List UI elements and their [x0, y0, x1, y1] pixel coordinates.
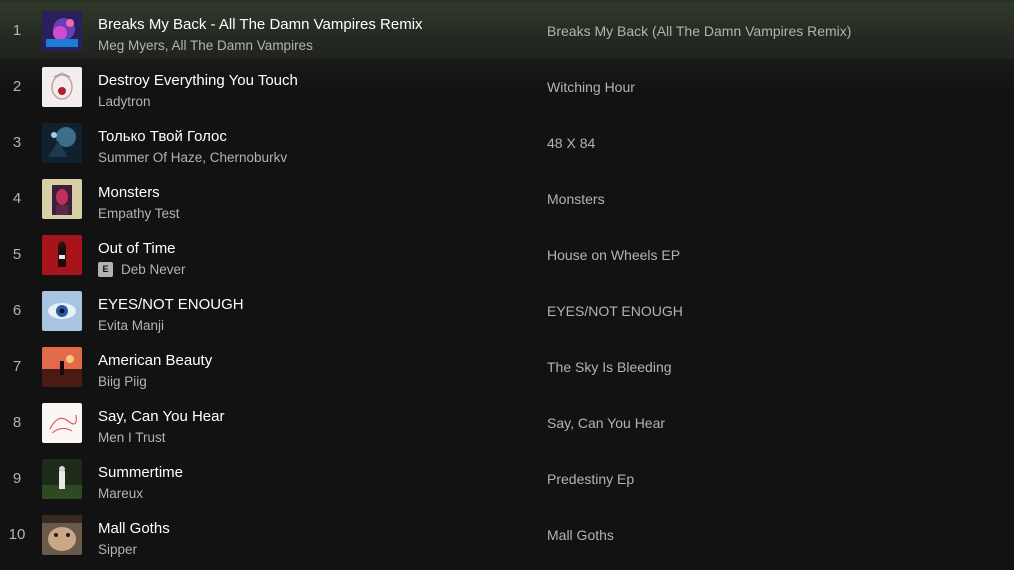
album-art[interactable]	[42, 347, 82, 387]
track-row[interactable]: 3 Только Твой Голос Summer Of Haze, Cher…	[0, 115, 1014, 171]
track-title[interactable]: Breaks My Back - All The Damn Vampires R…	[98, 16, 423, 33]
track-album[interactable]: Say, Can You Hear	[547, 395, 665, 451]
track-artists-line: Summer Of Haze, Chernoburkv	[98, 148, 287, 166]
track-row[interactable]: 8 Say, Can You Hear Men I Trust Say, Can…	[0, 395, 1014, 451]
track-number: 4	[12, 190, 22, 207]
track-title[interactable]: American Beauty	[98, 352, 212, 369]
track-row[interactable]: 10 Mall Goths Sipper Mall Goths	[0, 507, 1014, 563]
track-number: 10	[8, 526, 26, 543]
album-art[interactable]	[42, 459, 82, 499]
track-album[interactable]: House on Wheels EP	[547, 227, 680, 283]
track-artists-line: Men I Trust	[98, 428, 166, 446]
track-row[interactable]: 9 Summertime Mareux Predestiny Ep	[0, 451, 1014, 507]
track-artists[interactable]: Mareux	[98, 486, 143, 501]
track-artists[interactable]: Sipper	[98, 542, 137, 557]
album-art[interactable]	[42, 515, 82, 555]
album-art[interactable]	[42, 291, 82, 331]
explicit-badge: E	[98, 261, 113, 277]
track-artists-line: Ladytron	[98, 92, 151, 110]
track-number: 7	[12, 358, 22, 375]
track-artists[interactable]: Meg Myers, All The Damn Vampires	[98, 38, 313, 53]
track-artists[interactable]: Biig Piig	[98, 374, 147, 389]
track-artists-line: Mareux	[98, 484, 143, 502]
track-title[interactable]: Только Твой Голос	[98, 128, 227, 145]
track-number: 5	[12, 246, 22, 263]
track-number: 6	[12, 302, 22, 319]
album-art[interactable]	[42, 67, 82, 107]
track-artists[interactable]: Ladytron	[98, 94, 151, 109]
album-art[interactable]	[42, 403, 82, 443]
track-artists-line: Meg Myers, All The Damn Vampires	[98, 36, 313, 54]
track-album[interactable]: Predestiny Ep	[547, 451, 634, 507]
track-artists-line: Sipper	[98, 540, 137, 558]
track-title[interactable]: Monsters	[98, 184, 160, 201]
track-album[interactable]: Witching Hour	[547, 59, 635, 115]
album-art[interactable]	[42, 123, 82, 163]
track-album[interactable]: EYES/NOT ENOUGH	[547, 283, 683, 339]
track-row[interactable]: 4 Monsters Empathy Test Monsters	[0, 171, 1014, 227]
track-row[interactable]: 5 Out of Time E Deb Never House on Wheel…	[0, 227, 1014, 283]
track-title[interactable]: EYES/NOT ENOUGH	[98, 296, 244, 313]
track-row[interactable]: 6 EYES/NOT ENOUGH Evita Manji EYES/NOT E…	[0, 283, 1014, 339]
track-title[interactable]: Mall Goths	[98, 520, 170, 537]
track-artists[interactable]: Men I Trust	[98, 430, 166, 445]
track-artists[interactable]: Summer Of Haze, Chernoburkv	[98, 150, 287, 165]
track-title[interactable]: Summertime	[98, 464, 183, 481]
track-artists-line: Evita Manji	[98, 316, 164, 334]
track-album[interactable]: Mall Goths	[547, 507, 614, 563]
track-title[interactable]: Destroy Everything You Touch	[98, 72, 298, 89]
track-album[interactable]: 48 X 84	[547, 115, 595, 171]
track-number: 9	[12, 470, 22, 487]
track-title[interactable]: Say, Can You Hear	[98, 408, 224, 425]
track-artists[interactable]: Evita Manji	[98, 318, 164, 333]
track-artists-line: E Deb Never	[98, 260, 186, 278]
track-list: 1 Breaks My Back - All The Damn Vampires…	[0, 0, 1014, 570]
track-number: 3	[12, 134, 22, 151]
track-artists[interactable]: Deb Never	[121, 262, 186, 277]
track-artists-line: Empathy Test	[98, 204, 180, 222]
track-album[interactable]: The Sky Is Bleeding	[547, 339, 672, 395]
album-art[interactable]	[42, 179, 82, 219]
album-art[interactable]	[42, 11, 82, 51]
track-number: 1	[12, 22, 22, 39]
track-title[interactable]: Out of Time	[98, 240, 176, 257]
track-artists-line: Biig Piig	[98, 372, 147, 390]
track-album[interactable]: Breaks My Back (All The Damn Vampires Re…	[547, 3, 851, 59]
track-number: 8	[12, 414, 22, 431]
track-artists[interactable]: Empathy Test	[98, 206, 180, 221]
track-number: 2	[12, 78, 22, 95]
track-album[interactable]: Monsters	[547, 171, 605, 227]
album-art[interactable]	[42, 235, 82, 275]
track-row[interactable]: 7 American Beauty Biig Piig The Sky Is B…	[0, 339, 1014, 395]
track-row[interactable]: 2 Destroy Everything You Touch Ladytron …	[0, 59, 1014, 115]
track-row[interactable]: 1 Breaks My Back - All The Damn Vampires…	[0, 3, 1014, 59]
